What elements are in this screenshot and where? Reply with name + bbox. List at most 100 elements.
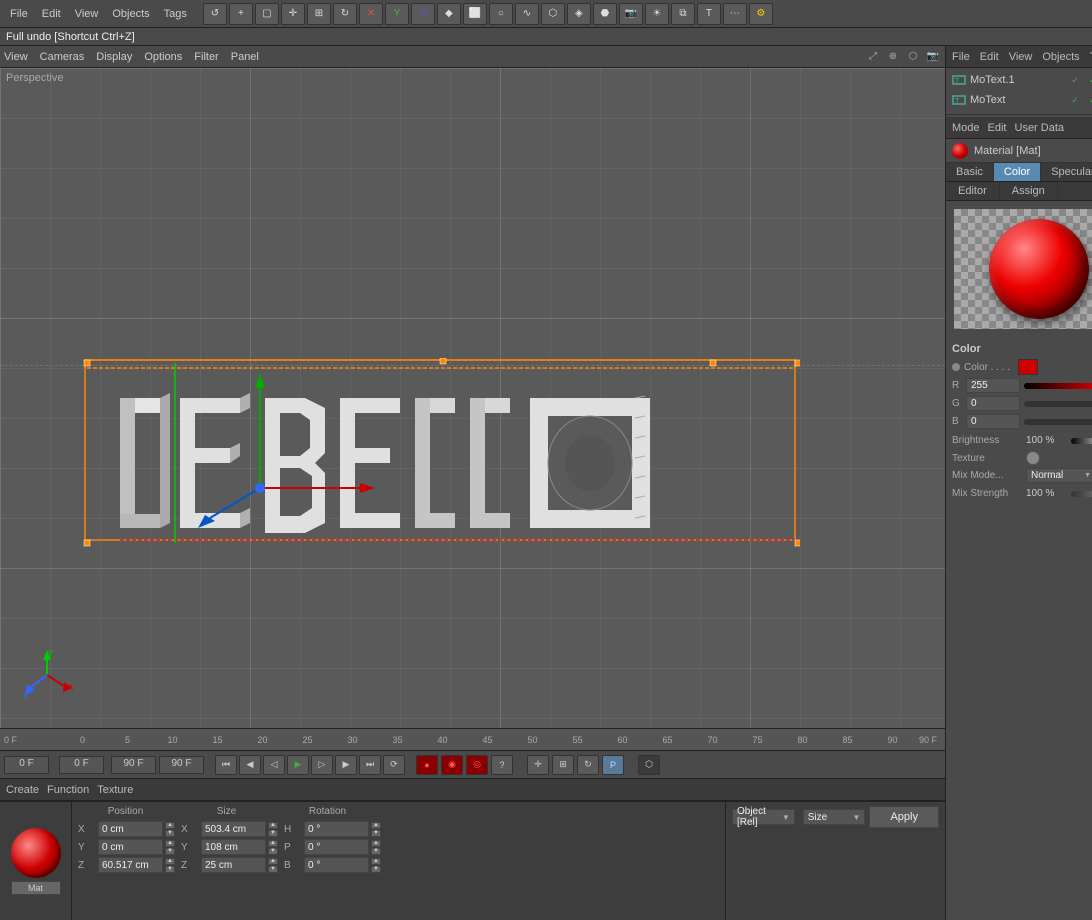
mat-edit[interactable]: Edit [988, 122, 1007, 134]
brightness-slider[interactable] [1071, 438, 1092, 444]
render-btn[interactable]: ⚙ [749, 3, 773, 25]
keyframe-btn3[interactable]: ◎ [466, 755, 488, 775]
undo-btn[interactable]: ↺ [203, 3, 227, 25]
y-size-arrows[interactable]: ▲ ▼ [268, 840, 278, 855]
material-ball-small[interactable] [11, 828, 61, 878]
vp-menu-view[interactable]: View [4, 51, 28, 63]
goto-end-btn[interactable]: ⏭ [359, 755, 381, 775]
z-btn[interactable]: Z [411, 3, 435, 25]
help-btn[interactable]: ? [491, 755, 513, 775]
b-field[interactable]: 0 [966, 414, 1020, 429]
frame-field-3[interactable]: 90 F [111, 756, 156, 774]
y-size-field[interactable]: 108 cm [201, 839, 266, 855]
z-pos-arrows[interactable]: ▲ ▼ [165, 858, 175, 873]
function-menu[interactable]: Function [47, 784, 89, 796]
vp-zoom-icon[interactable]: ⊕ [885, 49, 901, 65]
tab-assign[interactable]: Assign [1000, 182, 1058, 200]
frame-field-2[interactable]: 0 F [59, 756, 104, 774]
viewport-3d[interactable]: Perspective [0, 68, 945, 728]
b-slider[interactable] [1024, 419, 1092, 425]
obj-visible-motext1[interactable]: ✓ [1068, 73, 1082, 87]
z-size-arrows[interactable]: ▲ ▼ [268, 858, 278, 873]
object-item-motext1[interactable]: T MoText.1 ✓ ✓ [948, 70, 1092, 90]
obj-visible-motext[interactable]: ✓ [1068, 93, 1082, 107]
menu-tags[interactable]: Tags [158, 6, 193, 22]
next-frame-btn[interactable]: ▶ [335, 755, 357, 775]
vp-menu-options[interactable]: Options [144, 51, 182, 63]
vp-menu-cameras[interactable]: Cameras [40, 51, 85, 63]
render-small-btn[interactable]: ⬡ [638, 755, 660, 775]
menu-view[interactable]: View [69, 6, 105, 22]
p-rot-arrows[interactable]: ▲ ▼ [371, 840, 381, 855]
menu-objects[interactable]: Objects [106, 6, 155, 22]
next-key-btn[interactable]: ▷ [311, 755, 333, 775]
cloner-btn[interactable]: ⧉ [671, 3, 695, 25]
mix-strength-slider[interactable] [1071, 491, 1092, 497]
x-pos-field[interactable]: 0 cm [98, 821, 163, 837]
scale-btn[interactable]: ⊞ [307, 3, 331, 25]
y-pos-arrows[interactable]: ▲ ▼ [165, 840, 175, 855]
frame-field-4[interactable]: 90 F [159, 756, 204, 774]
vp-move-icon[interactable]: ⤢ [865, 49, 881, 65]
more-btn[interactable]: ⋯ [723, 3, 747, 25]
vp-menu-panel[interactable]: Panel [231, 51, 259, 63]
select-btn[interactable]: ▢ [255, 3, 279, 25]
timeline-ruler[interactable]: 0 5 10 15 20 25 30 35 40 45 50 55 60 65 … [30, 729, 915, 750]
keyframe-btn[interactable]: ● [416, 755, 438, 775]
r-slider[interactable] [1024, 383, 1092, 389]
motext-btn[interactable]: T [697, 3, 721, 25]
obj-check2-motext1[interactable]: ✓ [1086, 73, 1092, 87]
cam-btn[interactable]: 📷 [619, 3, 643, 25]
new-btn[interactable]: + [229, 3, 253, 25]
vp-fit-icon[interactable]: ⬡ [905, 49, 921, 65]
tab-editor[interactable]: Editor [946, 182, 1000, 200]
color-swatch[interactable] [1018, 359, 1038, 375]
tab-specular[interactable]: Specular [1041, 163, 1092, 181]
deform-btn[interactable]: ⬡ [541, 3, 565, 25]
x-size-arrows[interactable]: ▲ ▼ [268, 822, 278, 837]
right-menu-file[interactable]: File [952, 51, 970, 63]
cube-btn[interactable]: ⬜ [463, 3, 487, 25]
vp-menu-filter[interactable]: Filter [194, 51, 218, 63]
rotate-tool-btn[interactable]: ↻ [577, 755, 599, 775]
prev-frame-btn[interactable]: ◀ [239, 755, 261, 775]
size-dropdown[interactable]: Size ▼ [803, 809, 866, 825]
obj-check2-motext[interactable]: ✓ [1086, 93, 1092, 107]
prev-key-btn[interactable]: ◁ [263, 755, 285, 775]
mix-mode-dropdown[interactable]: Normal ▼ [1026, 468, 1092, 483]
y-btn[interactable]: Y [385, 3, 409, 25]
tab-color[interactable]: Color [994, 163, 1041, 181]
rotate-btn[interactable]: ↻ [333, 3, 357, 25]
z-pos-field[interactable]: 60.517 cm [98, 857, 163, 873]
gen-btn[interactable]: ◈ [567, 3, 591, 25]
b-rot-field[interactable]: 0 ° [304, 857, 369, 873]
mat-mode[interactable]: Mode [952, 122, 980, 134]
right-menu-edit[interactable]: Edit [980, 51, 999, 63]
b-rot-arrows[interactable]: ▲ ▼ [371, 858, 381, 873]
r-field[interactable]: 255 [966, 378, 1020, 393]
text-3d-object[interactable] [80, 358, 800, 578]
obj-mode-btn[interactable]: P [602, 755, 624, 775]
object-rel-dropdown[interactable]: Object [Rel] ▼ [732, 809, 795, 825]
menu-file[interactable]: File [4, 6, 34, 22]
keyframe-btn2[interactable]: ◉ [441, 755, 463, 775]
menu-edit[interactable]: Edit [36, 6, 67, 22]
scale-tool-btn[interactable]: ⊞ [552, 755, 574, 775]
obj-btn[interactable]: ◆ [437, 3, 461, 25]
light-btn[interactable]: ☀ [645, 3, 669, 25]
spline-btn[interactable]: ∿ [515, 3, 539, 25]
mat-user-data[interactable]: User Data [1015, 122, 1065, 134]
move-btn[interactable]: ✛ [281, 3, 305, 25]
vp-cam-icon[interactable]: 📷 [925, 49, 941, 65]
tab-basic[interactable]: Basic [946, 163, 994, 181]
texture-menu[interactable]: Texture [97, 784, 133, 796]
apply-button[interactable]: Apply [869, 806, 939, 828]
g-slider[interactable] [1024, 401, 1092, 407]
sphere-btn[interactable]: ○ [489, 3, 513, 25]
current-frame-field[interactable]: 0 F [4, 756, 49, 774]
create-menu[interactable]: Create [6, 784, 39, 796]
goto-start-btn[interactable]: ⏮ [215, 755, 237, 775]
object-item-motext[interactable]: T MoText ✓ ✓ [948, 90, 1092, 110]
play-btn[interactable]: ▶ [287, 755, 309, 775]
y-pos-field[interactable]: 0 cm [98, 839, 163, 855]
